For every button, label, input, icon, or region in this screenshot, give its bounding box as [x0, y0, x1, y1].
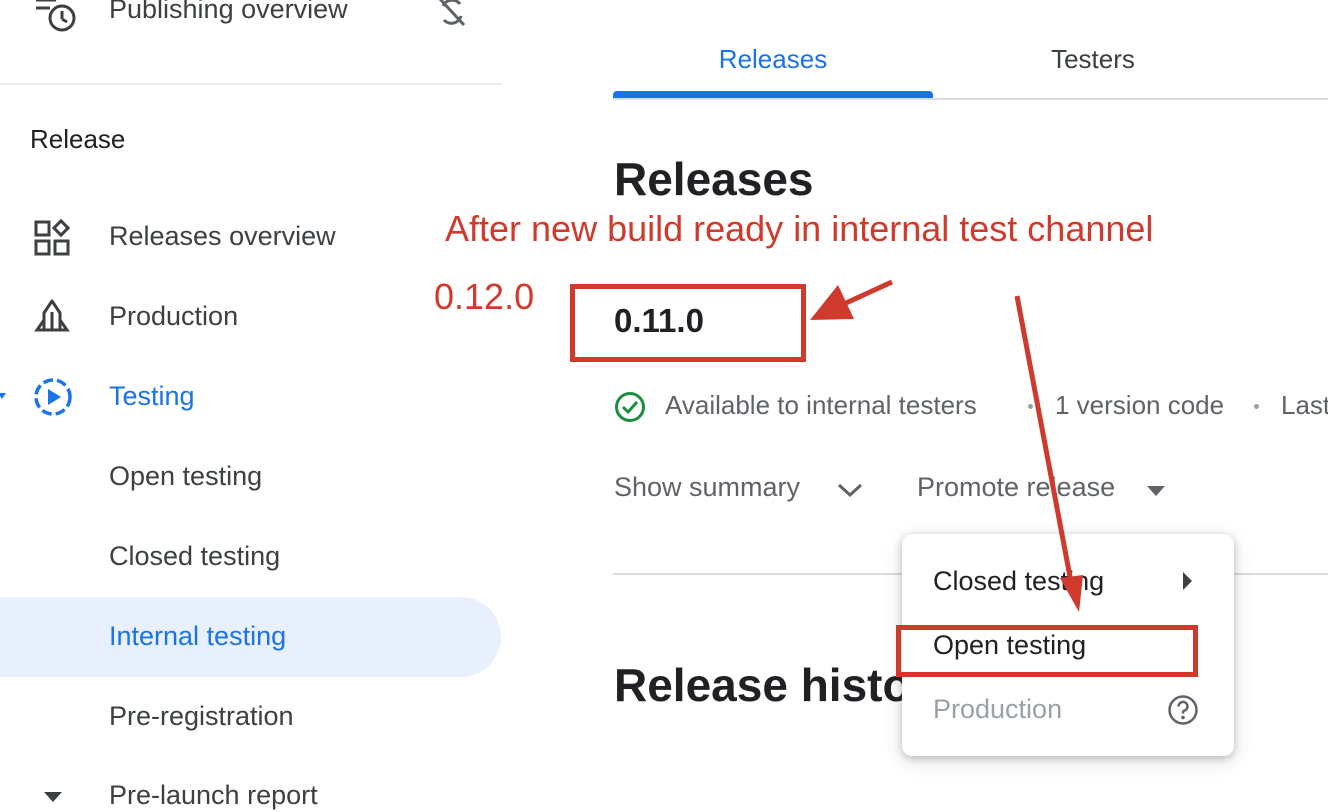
annotation-arrow-to-menu — [1014, 295, 1074, 583]
annotation-arrow-head-menu — [1060, 575, 1083, 612]
annotation-arrows — [810, 279, 1083, 612]
annotation-arrow-to-version — [844, 279, 894, 306]
